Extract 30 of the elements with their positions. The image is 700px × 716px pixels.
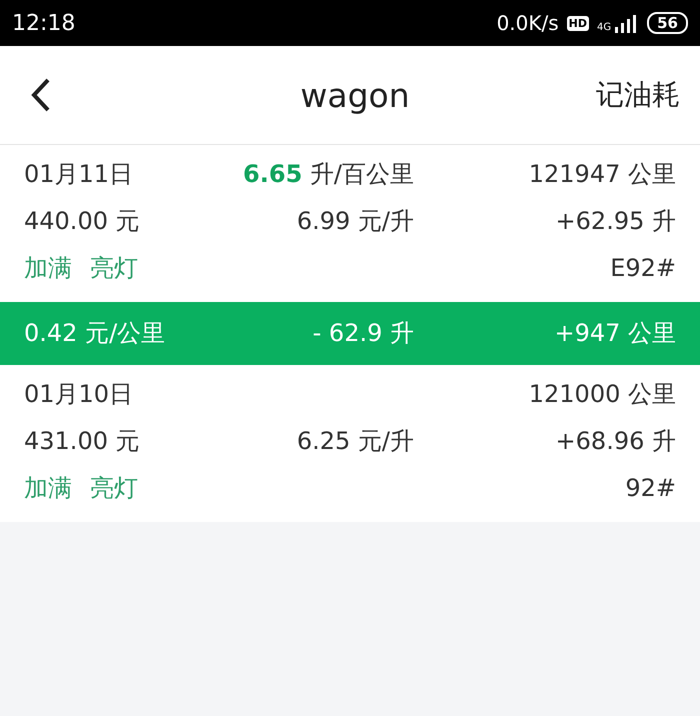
hd-badge: HD [566, 16, 589, 30]
date: 01月10日 [24, 379, 134, 410]
back-icon[interactable] [30, 77, 52, 113]
fuel-used: - 62.9 升 [312, 318, 414, 349]
network-speed: 0.0K/s [496, 11, 559, 35]
tag: 加满 [24, 465, 72, 512]
fuel-grade: E92# [609, 253, 676, 284]
fuel-volume: +68.96 升 [554, 426, 676, 457]
log-fuel-link[interactable]: 记油耗 [596, 76, 680, 114]
tag: 亮灯 [90, 245, 138, 292]
date: 01月11日 [24, 159, 134, 190]
refuel-record[interactable]: 01月10日 121000 公里 431.00 元 6.25 元/升 +68.96 升 加满 亮灯 92# [0, 365, 700, 522]
distance: +947 公里 [553, 318, 676, 349]
unit-price: 6.25 元/升 [296, 426, 414, 457]
clock: 12:18 [12, 10, 76, 36]
odometer: 121000 公里 [528, 379, 676, 410]
fuel-grade: 92# [624, 473, 676, 504]
network-type: 4G [597, 23, 612, 33]
tag: 亮灯 [90, 465, 138, 512]
fuel-volume: +62.95 升 [554, 206, 676, 237]
unit-price: 6.99 元/升 [296, 206, 414, 237]
odometer: 121947 公里 [528, 159, 676, 190]
page-title: wagon [300, 76, 410, 114]
cost: 431.00 元 [24, 426, 141, 457]
fuel-efficiency: 6.65 升/百公里 [243, 160, 414, 188]
cost-per-km: 0.42 元/公里 [24, 318, 166, 349]
battery-level: 56 [647, 12, 688, 34]
tag: 加满 [24, 245, 72, 292]
cost: 440.00 元 [24, 206, 141, 237]
refuel-record[interactable]: 01月11日 6.65 升/百公里 121947 公里 440.00 元 6.99 元/升 +62.95 升 加满 亮灯 E92# [0, 145, 700, 302]
